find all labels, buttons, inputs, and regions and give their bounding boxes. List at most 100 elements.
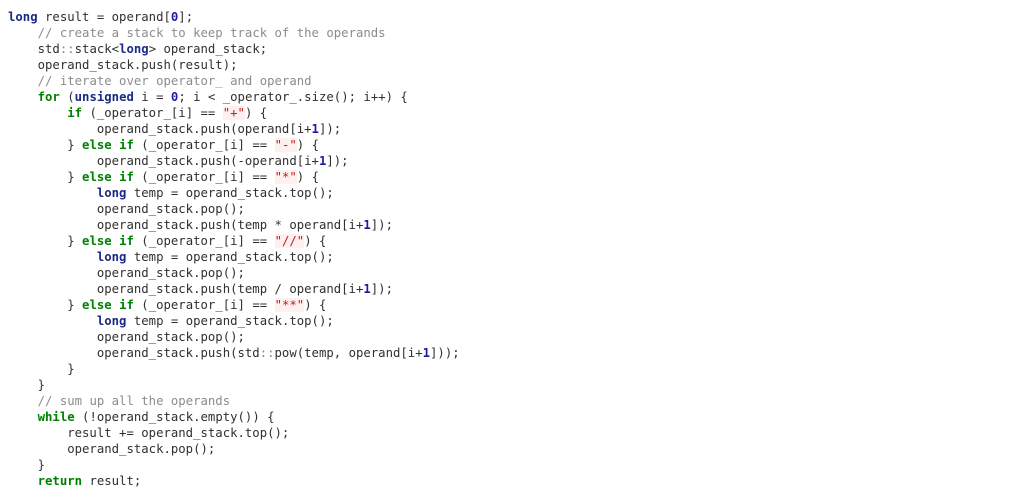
code-text: ( xyxy=(59,90,75,104)
code-line: // iterate over operator_ and operand xyxy=(8,73,460,89)
keyword-token: else xyxy=(82,170,112,184)
code-line: long temp = operand_stack.top(); xyxy=(8,313,460,329)
code-text: ]); xyxy=(326,154,349,168)
number-token: 1 xyxy=(311,122,319,136)
type-token: long xyxy=(96,186,127,200)
code-text: i = xyxy=(133,90,171,104)
code-text: } xyxy=(8,362,75,376)
code-text: } xyxy=(8,234,83,248)
comment-token: // iterate over operator_ and operand xyxy=(37,74,312,88)
code-text: operand_stack.push(result); xyxy=(8,58,238,72)
string-token: "*" xyxy=(274,170,297,184)
code-text: ]); xyxy=(370,218,393,232)
code-text: operand_stack.pop(); xyxy=(8,330,245,344)
type-token: long xyxy=(96,314,127,328)
code-text: operand_stack.pop(); xyxy=(8,442,216,456)
code-text: ) { xyxy=(304,234,327,248)
code-line: } xyxy=(8,377,460,393)
code-text: ) { xyxy=(296,170,319,184)
code-line: operand_stack.push(std::pow(temp, operan… xyxy=(8,345,460,361)
code-text: operand_stack.push(-operand[i+ xyxy=(8,154,319,168)
code-line: operand_stack.push(operand[i+1]); xyxy=(8,121,460,137)
code-line: while (!operand_stack.empty()) { xyxy=(8,409,460,425)
code-line: std::stack<long> operand_stack; xyxy=(8,41,460,57)
code-text: temp = operand_stack.top(); xyxy=(126,250,334,264)
keyword-token: if xyxy=(119,138,134,152)
code-line: } else if (_operator_[i] == "//") { xyxy=(8,233,460,249)
code-text: (_operator_[i] == xyxy=(133,170,275,184)
type-token: long xyxy=(8,10,38,24)
code-text: ) { xyxy=(296,138,319,152)
string-token: "-" xyxy=(274,138,297,152)
code-text: ; i < _operator_.size(); i++) { xyxy=(178,90,408,104)
code-text: } xyxy=(8,298,83,312)
code-line: long temp = operand_stack.top(); xyxy=(8,249,460,265)
code-text: result; xyxy=(82,474,142,488)
number-token: 1 xyxy=(363,282,371,296)
code-text: } xyxy=(8,458,46,472)
code-text: temp = operand_stack.top(); xyxy=(126,186,334,200)
code-text: ) { xyxy=(244,106,268,120)
code-line: long result = operand[0]; xyxy=(8,9,460,25)
keyword-token: for xyxy=(37,90,60,104)
type-token: long xyxy=(96,250,127,264)
scope-operator-token: :: xyxy=(59,42,75,56)
code-line: operand_stack.push(temp * operand[i+1]); xyxy=(8,217,460,233)
code-line: } xyxy=(8,361,460,377)
keyword-token: else xyxy=(82,298,112,312)
code-text: (_operator_[i] == xyxy=(133,298,275,312)
code-text: temp = operand_stack.top(); xyxy=(126,314,334,328)
code-line: operand_stack.pop(); xyxy=(8,329,460,345)
code-text: pow(temp, operand[i+ xyxy=(274,346,423,360)
code-line: if (_operator_[i] == "+") { xyxy=(8,105,460,121)
string-token: "//" xyxy=(274,234,305,248)
code-line: } else if (_operator_[i] == "*") { xyxy=(8,169,460,185)
keyword-token: while xyxy=(37,410,75,424)
code-line: result += operand_stack.top(); xyxy=(8,425,460,441)
code-text: operand_stack.push(operand[i+ xyxy=(8,122,312,136)
code-line: } else if (_operator_[i] == "-") { xyxy=(8,137,460,153)
code-line: operand_stack.pop(); xyxy=(8,265,460,281)
code-text: } xyxy=(8,170,83,184)
code-line: operand_stack.push(-operand[i+1]); xyxy=(8,153,460,169)
code-text: } xyxy=(8,138,83,152)
code-text: ])); xyxy=(430,346,460,360)
number-token: 1 xyxy=(363,218,371,232)
code-text: (!operand_stack.empty()) { xyxy=(74,410,275,424)
code-line: operand_stack.push(temp / operand[i+1]); xyxy=(8,281,460,297)
code-text: stack< xyxy=(74,42,120,56)
comment-token: // sum up all the operands xyxy=(37,394,231,408)
code-text: operand_stack.pop(); xyxy=(8,202,245,216)
code-line: } xyxy=(8,457,460,473)
code-line: return result; xyxy=(8,473,460,489)
string-token: "**" xyxy=(274,298,305,312)
code-text: (_operator_[i] == xyxy=(133,234,275,248)
code-text: > operand_stack; xyxy=(148,42,268,56)
code-text: (_operator_[i] == xyxy=(133,138,275,152)
code-text: ]; xyxy=(178,10,194,24)
code-block: long result = operand[0]; // create a st… xyxy=(8,9,460,489)
code-text: operand_stack.push(temp * operand[i+ xyxy=(8,218,364,232)
number-token: 1 xyxy=(422,346,431,360)
code-text: (_operator_[i] == xyxy=(82,106,223,120)
code-text: std xyxy=(8,42,60,56)
code-text: result += operand_stack.top(); xyxy=(8,426,290,440)
code-text: ]); xyxy=(318,122,342,136)
code-line: for (unsigned i = 0; i < _operator_.size… xyxy=(8,89,460,105)
code-text: } xyxy=(8,378,46,392)
type-token: unsigned xyxy=(74,90,134,104)
code-line: long temp = operand_stack.top(); xyxy=(8,185,460,201)
code-text: operand_stack.push(std xyxy=(8,346,260,360)
code-text: operand_stack.pop(); xyxy=(8,266,245,280)
keyword-token: if xyxy=(119,298,134,312)
keyword-token: if xyxy=(67,106,83,120)
code-line: // sum up all the operands xyxy=(8,393,460,409)
string-token: "+" xyxy=(222,106,245,120)
